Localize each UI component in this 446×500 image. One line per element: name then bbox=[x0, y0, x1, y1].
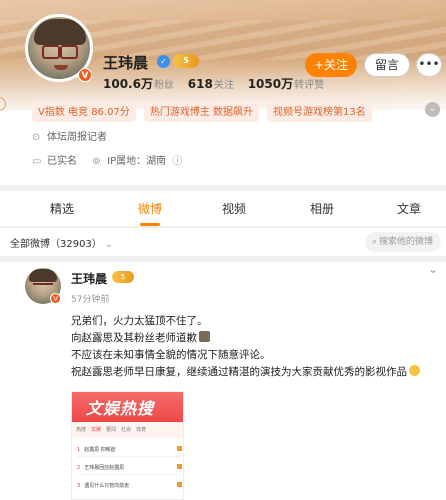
tag-hot-blogger[interactable]: 热门游戏博主 数据飙升 bbox=[143, 103, 260, 122]
hot-tag-icon bbox=[177, 464, 182, 469]
avatar-mouth bbox=[54, 65, 68, 70]
hot-tag-icon bbox=[177, 482, 182, 487]
weibo-profile-page: V 王玮晨 ✓ 5 100.6万粉丝 618关注 1050万转评赞 +关注 留言… bbox=[0, 0, 446, 500]
post-line: 不应该在未知事情全貌的情况下随意评论。 bbox=[71, 349, 271, 361]
post-line: 兄弟们，火力太猛顶不住了。 bbox=[71, 315, 208, 327]
follow-button[interactable]: +关注 bbox=[305, 53, 357, 77]
image-row: 1 赵露思 抑郁症 bbox=[77, 446, 182, 453]
v-verified-badge-icon: V bbox=[50, 293, 61, 304]
post-timestamp[interactable]: 57分钟前 bbox=[71, 292, 109, 305]
image-tab: 热搜 bbox=[76, 427, 87, 433]
image-row-text: 赵露思 抑郁症 bbox=[84, 447, 116, 453]
bio-row: ⊙ 体坛周报记者 bbox=[32, 128, 107, 143]
image-row-text: 遇见什么只管向前走 bbox=[84, 483, 130, 489]
verified-check-icon: ✓ bbox=[157, 55, 170, 68]
following-label: 关注 bbox=[213, 80, 234, 91]
chevron-down-icon[interactable]: ⌄ bbox=[428, 262, 438, 276]
tag-video-rank[interactable]: 视频号游戏榜第13名 bbox=[267, 103, 372, 122]
ip-location-text: IP属地：湖南 bbox=[107, 156, 167, 167]
divider bbox=[77, 456, 180, 457]
profile-card: V 王玮晨 ✓ 5 100.6万粉丝 618关注 1050万转评赞 +关注 留言… bbox=[0, 0, 446, 185]
image-row-rank: 2 bbox=[77, 465, 81, 471]
post-line-wrap: 向赵露思及其粉丝老师道歉 bbox=[71, 330, 441, 347]
active-tab-indicator bbox=[140, 223, 160, 226]
following-count[interactable]: 618 bbox=[188, 77, 213, 91]
chevron-down-icon: ⌄ bbox=[104, 239, 114, 250]
likes-label: 转评赞 bbox=[294, 80, 325, 91]
image-row-rank: 1 bbox=[77, 447, 81, 453]
tag-v-index[interactable]: V指数 电竞 86.07分 bbox=[32, 103, 136, 122]
tab-weibo[interactable]: 微博 bbox=[138, 200, 162, 217]
image-row-text: 王玮晨回应赵露思 bbox=[84, 465, 125, 471]
location-pin-icon: ⊙ bbox=[32, 132, 41, 143]
image-title: 文娱热搜 bbox=[86, 399, 155, 418]
filter-bar: 全部微博（32903） ⌄ ⌕ 搜索他的微博 bbox=[0, 228, 446, 256]
profile-name: 王玮晨 bbox=[103, 54, 149, 72]
followers-label: 粉丝 bbox=[153, 80, 174, 91]
followers-count[interactable]: 100.6万 bbox=[103, 77, 153, 91]
all-posts-label: 全部微博（32903） bbox=[10, 239, 102, 250]
chevron-down-icon[interactable]: ⌄ bbox=[425, 102, 440, 117]
image-tabs: 热搜 文娱 要闻 社会 体育 bbox=[72, 422, 183, 438]
search-input[interactable]: ⌕ 搜索他的微博 bbox=[365, 232, 441, 252]
crying-emoji-icon bbox=[409, 365, 420, 376]
profile-tags: V指数 电竞 86.07分 热门游戏博主 数据飙升 视频号游戏榜第13名 bbox=[32, 100, 380, 122]
post-line-wrap: 祝赵露思老师早日康复，继续通过精湛的演技为大家贡献优秀的影视作品 bbox=[71, 364, 441, 381]
identity-row: ▭ 已实名 ⊚ IP属地：湖南 ⓘ bbox=[32, 152, 187, 167]
post-author-name[interactable]: 王玮晨 bbox=[71, 270, 107, 287]
image-tab: 文娱 bbox=[91, 427, 102, 433]
tab-video[interactable]: 视频 bbox=[222, 200, 246, 217]
search-icon: ⌕ bbox=[372, 237, 378, 247]
image-tab: 要闻 bbox=[106, 427, 117, 433]
id-card-icon: ▭ bbox=[32, 156, 42, 167]
post-body: 兄弟们，火力太猛顶不住了。 向赵露思及其粉丝老师道歉 不应该在未知事情全貌的情况… bbox=[71, 313, 441, 381]
real-name-text: 已实名 bbox=[47, 156, 77, 167]
avatar-hair bbox=[34, 19, 86, 45]
crown-level-icon: 5 bbox=[112, 271, 134, 283]
all-posts-filter[interactable]: 全部微博（32903） ⌄ bbox=[10, 235, 113, 250]
profile-stats: 100.6万粉丝 618关注 1050万转评赞 bbox=[103, 75, 334, 92]
profile-tabs: 精选 微博 视频 相册 文章 bbox=[0, 191, 446, 227]
bio-text: 体坛周报记者 bbox=[47, 132, 107, 143]
image-row-rank: 3 bbox=[77, 483, 81, 489]
message-button[interactable]: 留言 bbox=[364, 53, 410, 77]
tab-featured[interactable]: 精选 bbox=[50, 200, 74, 217]
hot-tag-icon bbox=[177, 446, 182, 451]
post-line: 祝赵露思老师早日康复，继续通过精湛的演技为大家贡献优秀的影视作品 bbox=[71, 366, 407, 378]
bow-emoji-icon bbox=[199, 331, 210, 342]
image-row: 3 遇见什么只管向前走 bbox=[77, 482, 182, 489]
crown-level-icon: 5 bbox=[173, 54, 199, 68]
post-line: 向赵露思及其粉丝老师道歉 bbox=[71, 332, 197, 344]
post-image[interactable]: 文娱热搜 热搜 文娱 要闻 社会 体育 1 赵露思 抑郁症 2 王玮晨回应赵露思 3 遇见什么… bbox=[71, 391, 184, 500]
search-placeholder: 搜索他的微博 bbox=[379, 237, 434, 247]
help-icon[interactable]: ⓘ bbox=[172, 152, 184, 167]
tab-album[interactable]: 相册 bbox=[310, 200, 334, 217]
avatar-glasses bbox=[42, 45, 78, 59]
avatar-hair bbox=[29, 269, 57, 282]
post-card: V 王玮晨 5 57分钟前 ⌄ 兄弟们，火力太猛顶不住了。 向赵露思及其粉丝老师… bbox=[0, 262, 446, 500]
avatar-glasses bbox=[33, 283, 53, 289]
divider bbox=[77, 474, 180, 475]
v-verified-badge-icon: V bbox=[78, 68, 92, 82]
more-options-button[interactable]: ••• bbox=[416, 53, 442, 77]
location-pin-icon: ⊚ bbox=[92, 156, 101, 167]
image-tab: 社会 bbox=[121, 427, 132, 433]
image-tab: 体育 bbox=[136, 427, 147, 433]
tab-articles[interactable]: 文章 bbox=[397, 200, 421, 217]
likes-count: 1050万 bbox=[247, 77, 294, 91]
image-header: 文娱热搜 bbox=[72, 392, 183, 422]
image-row: 2 王玮晨回应赵露思 bbox=[77, 464, 182, 471]
